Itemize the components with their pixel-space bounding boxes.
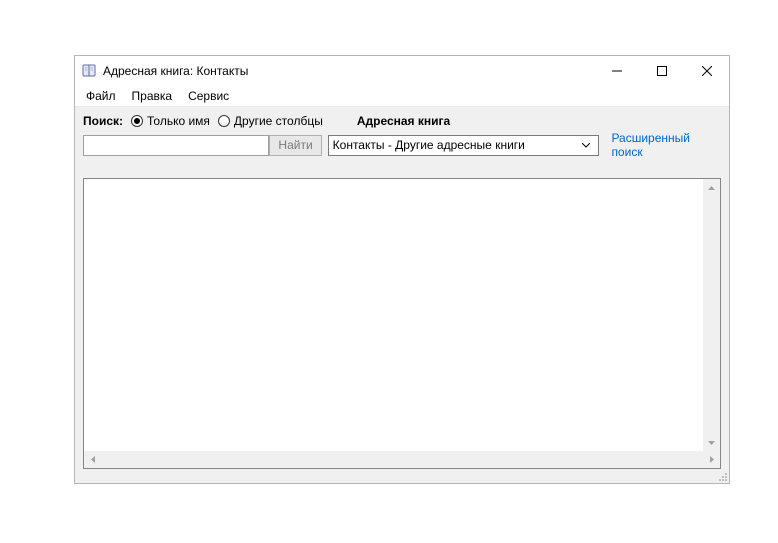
resize-grip-icon[interactable] (716, 470, 728, 482)
horizontal-scrollbar[interactable] (84, 451, 720, 468)
results-list (83, 178, 721, 469)
address-book-combo[interactable]: Контакты - Другие адресные книги (328, 135, 600, 156)
radio-other-columns[interactable]: Другие столбцы (218, 114, 323, 128)
search-controls-row: Найти Контакты - Другие адресные книги Р… (83, 134, 721, 156)
search-options-row: Поиск: Только имя Другие столбцы Адресна… (83, 112, 721, 130)
scroll-down-icon[interactable] (703, 434, 720, 451)
find-button[interactable]: Найти (269, 135, 321, 156)
search-label: Поиск: (83, 114, 123, 128)
maximize-button[interactable] (639, 56, 684, 86)
scroll-right-icon[interactable] (703, 451, 720, 468)
book-icon (81, 63, 97, 79)
menu-edit[interactable]: Правка (125, 88, 180, 104)
scroll-left-icon[interactable] (84, 451, 101, 468)
hscroll-track[interactable] (101, 451, 703, 468)
address-book-window: Адресная книга: Контакты Файл Правка Сер… (74, 55, 730, 484)
radio-name-only-label: Только имя (147, 114, 210, 128)
chevron-down-icon (578, 143, 594, 148)
toolbar-area: Поиск: Только имя Другие столбцы Адресна… (75, 106, 729, 483)
vertical-scrollbar[interactable] (703, 179, 720, 451)
radio-other-columns-label: Другие столбцы (234, 114, 323, 128)
radio-empty-icon (218, 115, 230, 127)
close-button[interactable] (684, 56, 729, 86)
window-title: Адресная книга: Контакты (103, 64, 248, 78)
menu-file[interactable]: Файл (79, 88, 123, 104)
radio-name-only[interactable]: Только имя (131, 114, 210, 128)
menubar: Файл Правка Сервис (75, 86, 729, 106)
scroll-up-icon[interactable] (703, 179, 720, 196)
titlebar: Адресная книга: Контакты (75, 56, 729, 86)
search-input[interactable] (83, 135, 269, 156)
radio-dot-icon (131, 115, 143, 127)
minimize-button[interactable] (594, 56, 639, 86)
combo-selected-text: Контакты - Другие адресные книги (333, 138, 579, 152)
advanced-search-link[interactable]: Расширенный поиск (611, 131, 721, 159)
vscroll-track[interactable] (703, 196, 720, 434)
menu-service[interactable]: Сервис (181, 88, 236, 104)
address-book-label: Адресная книга (357, 114, 450, 128)
